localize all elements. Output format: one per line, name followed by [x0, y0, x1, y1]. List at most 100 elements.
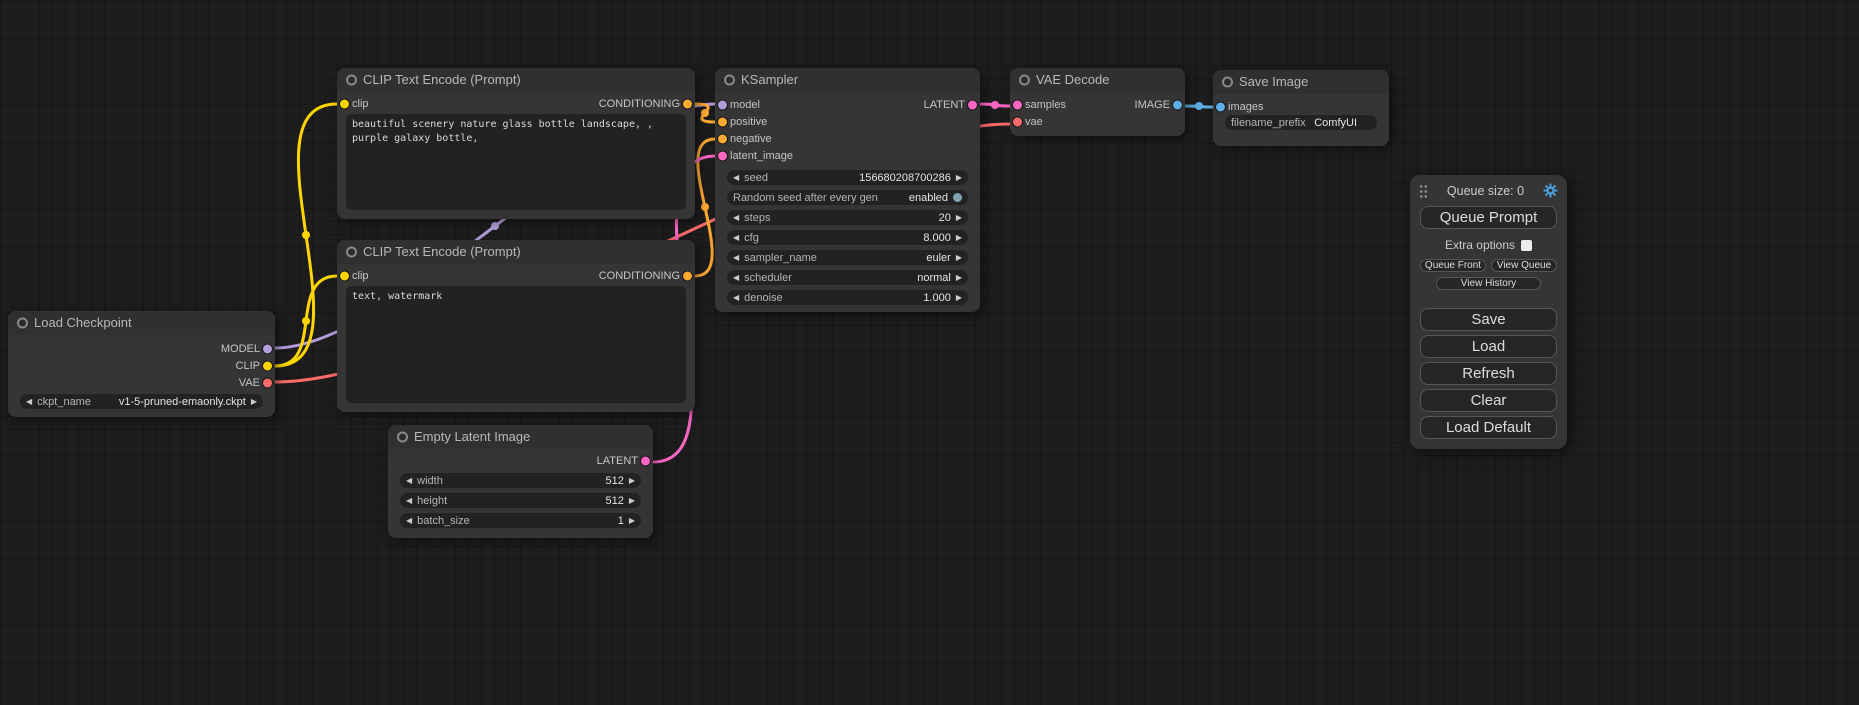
- collapse-toggle-icon[interactable]: [346, 75, 357, 86]
- filename-prefix-widget[interactable]: filename_prefix ComfyUI: [1225, 115, 1377, 130]
- node-titlebar[interactable]: CLIP Text Encode (Prompt): [337, 68, 695, 92]
- scheduler-widget[interactable]: ◀ scheduler normal ▶: [727, 270, 968, 285]
- height-widget[interactable]: ◀ height 512 ▶: [400, 493, 641, 508]
- node-empty-latent-image[interactable]: Empty Latent Image LATENT ◀ width 512 ▶ …: [388, 425, 653, 538]
- collapse-toggle-icon[interactable]: [724, 75, 735, 86]
- input-label-images: images: [1228, 101, 1263, 113]
- collapse-toggle-icon[interactable]: [1019, 75, 1030, 86]
- seed-widget[interactable]: ◀ seed 156680208700286 ▶: [727, 170, 968, 185]
- widget-label: Random seed after every gen: [733, 192, 878, 204]
- output-port-model[interactable]: [263, 344, 272, 353]
- output-label-image: IMAGE: [1135, 99, 1170, 111]
- increment-arrow-icon[interactable]: ▶: [629, 477, 635, 485]
- port-row: images: [1213, 98, 1389, 115]
- input-port-negative[interactable]: [718, 134, 727, 143]
- decrement-arrow-icon[interactable]: ◀: [733, 294, 739, 302]
- sampler-name-widget[interactable]: ◀ sampler_name euler ▶: [727, 250, 968, 265]
- input-port-clip[interactable]: [340, 271, 349, 280]
- load-default-button[interactable]: Load Default: [1420, 416, 1557, 439]
- decrement-arrow-icon[interactable]: ◀: [406, 477, 412, 485]
- input-port-latent-image[interactable]: [718, 151, 727, 160]
- widget-value: 512: [605, 475, 623, 487]
- increment-arrow-icon[interactable]: ▶: [956, 274, 962, 282]
- increment-arrow-icon[interactable]: ▶: [629, 517, 635, 525]
- input-label-clip: clip: [352, 270, 369, 282]
- node-save-image[interactable]: Save Image images filename_prefix ComfyU…: [1213, 70, 1389, 146]
- output-port-latent[interactable]: [641, 456, 650, 465]
- cfg-widget[interactable]: ◀ cfg 8.000 ▶: [727, 230, 968, 245]
- node-title: VAE Decode: [1036, 72, 1109, 87]
- node-load-checkpoint[interactable]: Load Checkpoint MODEL CLIP VAE ◀ ckpt_na…: [8, 311, 275, 417]
- port-row: samples IMAGE: [1010, 96, 1185, 113]
- decrement-arrow-icon[interactable]: ◀: [406, 497, 412, 505]
- clear-button[interactable]: Clear: [1420, 389, 1557, 412]
- node-titlebar[interactable]: KSampler: [715, 68, 980, 92]
- input-port-images[interactable]: [1216, 102, 1225, 111]
- node-title: Empty Latent Image: [414, 429, 530, 444]
- widget-value: 1.000: [923, 292, 951, 304]
- node-titlebar[interactable]: Load Checkpoint: [8, 311, 275, 335]
- decrement-arrow-icon[interactable]: ◀: [733, 214, 739, 222]
- random-seed-toggle-widget[interactable]: Random seed after every gen enabled: [727, 190, 968, 205]
- view-queue-button[interactable]: View Queue: [1491, 259, 1557, 272]
- denoise-widget[interactable]: ◀ denoise 1.000 ▶: [727, 290, 968, 305]
- negative-prompt-textarea[interactable]: text, watermark: [346, 286, 686, 403]
- load-button[interactable]: Load: [1420, 335, 1557, 358]
- input-port-model[interactable]: [718, 100, 727, 109]
- output-port-image[interactable]: [1173, 100, 1182, 109]
- increment-arrow-icon[interactable]: ▶: [956, 294, 962, 302]
- port-row: MODEL: [8, 340, 275, 357]
- output-port-conditioning[interactable]: [683, 99, 692, 108]
- increment-arrow-icon[interactable]: ▶: [956, 234, 962, 242]
- decrement-arrow-icon[interactable]: ◀: [733, 274, 739, 282]
- collapse-toggle-icon[interactable]: [397, 432, 408, 443]
- node-ksampler[interactable]: KSampler model LATENT positive negative …: [715, 68, 980, 312]
- toggle-dot-icon[interactable]: [953, 193, 962, 202]
- refresh-button[interactable]: Refresh: [1420, 362, 1557, 385]
- node-titlebar[interactable]: VAE Decode: [1010, 68, 1185, 92]
- steps-widget[interactable]: ◀ steps 20 ▶: [727, 210, 968, 225]
- queue-prompt-button[interactable]: Queue Prompt: [1420, 206, 1557, 229]
- extra-options-checkbox[interactable]: [1521, 240, 1532, 251]
- batch-size-widget[interactable]: ◀ batch_size 1 ▶: [400, 513, 641, 528]
- widget-value: 8.000: [923, 232, 951, 244]
- input-port-vae[interactable]: [1013, 117, 1022, 126]
- increment-arrow-icon[interactable]: ▶: [956, 214, 962, 222]
- collapse-toggle-icon[interactable]: [1222, 77, 1233, 88]
- queue-panel-header: Queue size: 0: [1410, 181, 1567, 204]
- output-port-vae[interactable]: [263, 378, 272, 387]
- node-titlebar[interactable]: Save Image: [1213, 70, 1389, 94]
- decrement-arrow-icon[interactable]: ◀: [406, 517, 412, 525]
- collapse-toggle-icon[interactable]: [17, 318, 28, 329]
- width-widget[interactable]: ◀ width 512 ▶: [400, 473, 641, 488]
- view-history-button[interactable]: View History: [1436, 277, 1541, 290]
- collapse-toggle-icon[interactable]: [346, 247, 357, 258]
- input-port-positive[interactable]: [718, 117, 727, 126]
- node-titlebar[interactable]: Empty Latent Image: [388, 425, 653, 449]
- node-vae-decode[interactable]: VAE Decode samples IMAGE vae: [1010, 68, 1185, 136]
- queue-front-button[interactable]: Queue Front: [1420, 259, 1486, 272]
- wire-image-midpoint-dot: [1195, 102, 1203, 110]
- input-port-clip[interactable]: [340, 99, 349, 108]
- input-port-samples[interactable]: [1013, 100, 1022, 109]
- drag-handle-icon[interactable]: [1419, 184, 1428, 198]
- save-button[interactable]: Save: [1420, 308, 1557, 331]
- output-port-clip[interactable]: [263, 361, 272, 370]
- decrement-arrow-icon[interactable]: ◀: [733, 254, 739, 262]
- ckpt-name-widget[interactable]: ◀ ckpt_name v1-5-pruned-emaonly.ckpt ▶: [20, 394, 263, 409]
- output-label-latent: LATENT: [924, 99, 965, 111]
- decrement-arrow-icon[interactable]: ◀: [26, 398, 32, 406]
- node-clip-text-encode-positive[interactable]: CLIP Text Encode (Prompt) clip CONDITION…: [337, 68, 695, 219]
- node-titlebar[interactable]: CLIP Text Encode (Prompt): [337, 240, 695, 264]
- output-port-conditioning[interactable]: [683, 271, 692, 280]
- increment-arrow-icon[interactable]: ▶: [251, 398, 257, 406]
- increment-arrow-icon[interactable]: ▶: [629, 497, 635, 505]
- settings-gear-icon[interactable]: [1543, 183, 1558, 198]
- output-port-latent[interactable]: [968, 100, 977, 109]
- positive-prompt-textarea[interactable]: beautiful scenery nature glass bottle la…: [346, 114, 686, 210]
- decrement-arrow-icon[interactable]: ◀: [733, 174, 739, 182]
- node-clip-text-encode-negative[interactable]: CLIP Text Encode (Prompt) clip CONDITION…: [337, 240, 695, 412]
- increment-arrow-icon[interactable]: ▶: [956, 174, 962, 182]
- decrement-arrow-icon[interactable]: ◀: [733, 234, 739, 242]
- increment-arrow-icon[interactable]: ▶: [956, 254, 962, 262]
